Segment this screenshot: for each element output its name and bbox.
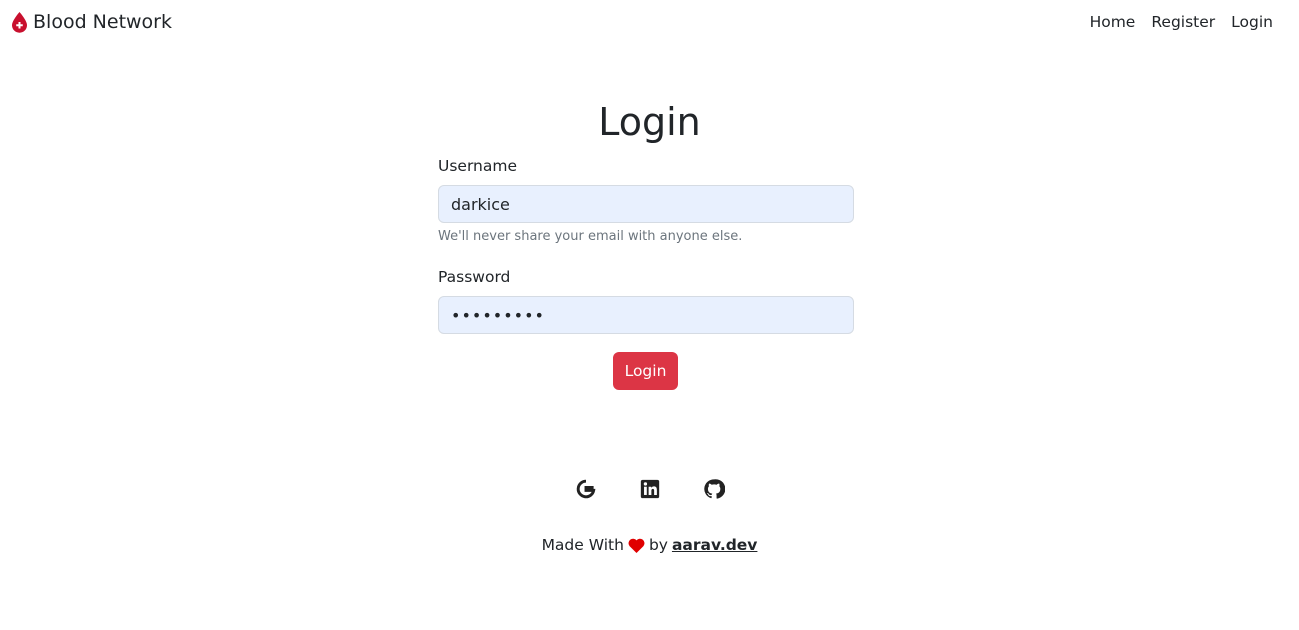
brand-link[interactable]: Blood Network — [11, 11, 172, 33]
footer: Made With by aarav.dev — [0, 536, 1299, 554]
github-link[interactable] — [703, 478, 725, 500]
google-icon — [576, 479, 595, 499]
footer-by: by — [648, 536, 668, 554]
heart-icon — [628, 538, 645, 553]
linkedin-link[interactable] — [639, 478, 661, 500]
social-links — [0, 478, 1299, 500]
username-label: Username — [438, 157, 518, 175]
page-title: Login — [598, 100, 701, 144]
navbar: Blood Network Home Register Login — [0, 0, 1299, 46]
brand-name: Blood Network — [33, 11, 172, 33]
google-link[interactable] — [575, 478, 597, 500]
password-group: Password ••••••••• — [438, 268, 854, 334]
footer-made-with: Made With — [541, 536, 624, 554]
nav-home-link[interactable]: Home — [1090, 13, 1136, 31]
github-icon — [703, 479, 725, 499]
username-help-text: We'll never share your email with anyone… — [438, 229, 743, 244]
login-button[interactable]: Login — [613, 352, 678, 390]
nav-login-link[interactable]: Login — [1231, 13, 1273, 31]
nav-register-link[interactable]: Register — [1151, 13, 1215, 31]
username-input[interactable]: darkice — [438, 185, 854, 223]
blood-drop-icon — [12, 12, 27, 33]
author-link[interactable]: aarav.dev — [672, 536, 757, 554]
password-input[interactable]: ••••••••• — [438, 296, 854, 334]
username-group: Username darkice We'll never share your … — [438, 157, 854, 244]
linkedin-icon — [640, 479, 659, 499]
password-label: Password — [438, 268, 511, 286]
nav-links: Home Register Login — [1090, 13, 1273, 31]
